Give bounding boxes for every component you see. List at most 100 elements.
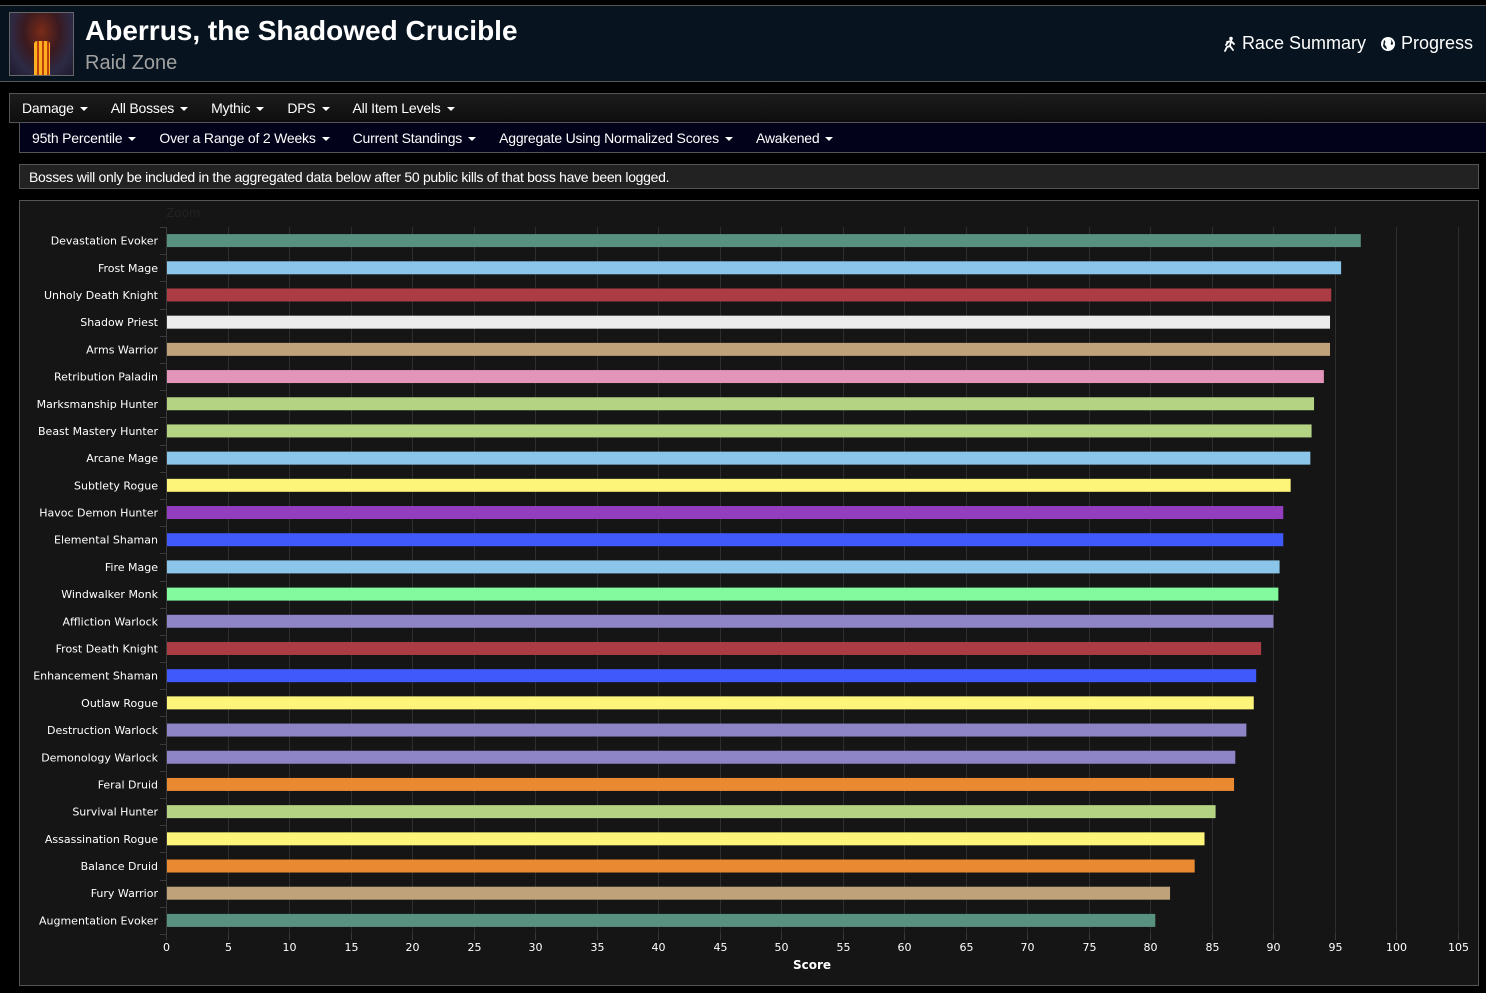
globe-icon <box>1380 36 1395 51</box>
x-tick-label: 20 <box>406 941 420 954</box>
category-label: Shadow Priest <box>80 316 158 329</box>
header-links: Race Summary Progress <box>1221 33 1473 54</box>
running-person-icon <box>1224 36 1235 52</box>
caret-down-icon <box>724 136 733 141</box>
category-label: Affliction Warlock <box>63 615 159 628</box>
x-tick-label: 85 <box>1206 941 1220 954</box>
filter-bar-secondary: 95th Percentile Over a Range of 2 Weeks … <box>19 123 1486 153</box>
x-tick-label: 90 <box>1267 941 1281 954</box>
raid-zone-image <box>9 12 74 76</box>
category-label: Feral Druid <box>98 778 158 791</box>
bar-frost-death-knight[interactable] <box>167 641 1262 655</box>
boss-dropdown[interactable]: All Bosses <box>111 100 189 116</box>
percentile-dropdown[interactable]: 95th Percentile <box>32 130 137 146</box>
x-tick-label: 70 <box>1021 941 1035 954</box>
category-label: Devastation Evoker <box>51 235 159 248</box>
metric-dropdown[interactable]: Damage <box>22 100 88 116</box>
category-label: Destruction Warlock <box>47 724 159 737</box>
time-range-dropdown[interactable]: Over a Range of 2 Weeks <box>159 130 330 146</box>
x-tick-label: 30 <box>529 941 543 954</box>
bar-augmentation-evoker[interactable] <box>167 913 1156 927</box>
x-tick-label: 50 <box>775 941 789 954</box>
bar-subtlety-rogue[interactable] <box>167 478 1291 492</box>
category-label: Demonology Warlock <box>41 751 158 764</box>
category-label: Survival Hunter <box>72 806 158 819</box>
bar-feral-druid[interactable] <box>167 777 1235 791</box>
category-label: Beast Mastery Hunter <box>38 425 158 438</box>
category-label: Elemental Shaman <box>54 534 158 547</box>
x-tick-label: 55 <box>837 941 851 954</box>
bar-arms-warrior[interactable] <box>167 342 1331 356</box>
notice-banner: Bosses will only be included in the aggr… <box>19 164 1479 189</box>
y-axis: Devastation Evoker Frost Mage Unholy Death… <box>33 227 167 935</box>
bar-havoc-demon-hunter[interactable] <box>167 506 1284 520</box>
caret-down-icon <box>468 136 477 141</box>
x-tick-label: 15 <box>345 941 359 954</box>
bar-outlaw-rogue[interactable] <box>167 696 1254 710</box>
affix-dropdown[interactable]: Awakened <box>756 130 834 146</box>
x-tick-label: 65 <box>960 941 974 954</box>
role-dropdown[interactable]: DPS <box>287 100 330 116</box>
caret-down-icon <box>446 107 455 111</box>
gridlines <box>228 227 1459 934</box>
category-label: Assassination Rogue <box>45 833 158 846</box>
category-label: Arms Warrior <box>86 343 158 356</box>
category-label: Outlaw Rogue <box>81 697 158 710</box>
page-title: Aberrus, the Shadowed Crucible <box>85 15 518 46</box>
x-tick-label: 5 <box>225 941 232 954</box>
item-level-dropdown[interactable]: All Item Levels <box>353 100 455 116</box>
bar-devastation-evoker[interactable] <box>167 234 1361 248</box>
category-label: Frost Death Knight <box>56 642 159 655</box>
bar-destruction-warlock[interactable] <box>167 723 1247 737</box>
category-label: Unholy Death Knight <box>44 289 159 302</box>
category-label: Fire Mage <box>105 561 158 574</box>
bar-affliction-warlock[interactable] <box>167 614 1274 628</box>
difficulty-dropdown[interactable]: Mythic <box>211 100 265 116</box>
x-axis-title: Score <box>793 958 831 972</box>
standings-dropdown[interactable]: Current Standings <box>353 130 477 146</box>
x-tick-label: 95 <box>1329 941 1343 954</box>
category-label: Fury Warrior <box>91 887 159 900</box>
category-label: Balance Druid <box>81 860 158 873</box>
bar-balance-druid[interactable] <box>167 859 1195 873</box>
bar-shadow-priest[interactable] <box>167 315 1331 329</box>
bar-beast-mastery-hunter[interactable] <box>167 424 1312 438</box>
caret-down-icon <box>825 136 834 141</box>
x-tick-label: 0 <box>163 941 170 954</box>
x-tick-label: 40 <box>652 941 666 954</box>
x-tick-label: 60 <box>898 941 912 954</box>
score-bar-chart[interactable]: Zoom Devastation Evoker Frost Mage Unholy … <box>20 201 1478 985</box>
x-tick-label: 35 <box>591 941 605 954</box>
bar-frost-mage[interactable] <box>167 261 1342 275</box>
category-label: Augmentation Evoker <box>39 914 158 927</box>
x-tick-label: 10 <box>283 941 297 954</box>
filter-bar-primary: Damage All Bosses Mythic DPS All Item Le… <box>9 93 1486 123</box>
bar-fire-mage[interactable] <box>167 560 1280 574</box>
x-tick-label: 100 <box>1386 941 1407 954</box>
zoom-label[interactable]: Zoom <box>166 206 201 220</box>
zone-header: Aberrus, the Shadowed Crucible Raid Zone… <box>0 5 1486 82</box>
category-label: Marksmanship Hunter <box>37 398 159 411</box>
category-label: Frost Mage <box>98 262 158 275</box>
caret-down-icon <box>321 136 330 141</box>
progress-link[interactable]: Progress <box>1380 33 1473 54</box>
bar-windwalker-monk[interactable] <box>167 587 1279 601</box>
category-label: Subtlety Rogue <box>74 479 158 492</box>
bar-retribution-paladin[interactable] <box>167 370 1324 384</box>
bar-assassination-rogue[interactable] <box>167 832 1205 846</box>
race-summary-link[interactable]: Race Summary <box>1221 33 1366 54</box>
bar-demonology-warlock[interactable] <box>167 750 1236 764</box>
page-subtitle: Raid Zone <box>85 52 178 74</box>
bar-marksmanship-hunter[interactable] <box>167 397 1315 411</box>
bars <box>167 234 1361 927</box>
aggregation-dropdown[interactable]: Aggregate Using Normalized Scores <box>499 130 733 146</box>
bar-arcane-mage[interactable] <box>167 451 1311 465</box>
category-label: Retribution Paladin <box>54 371 158 384</box>
caret-down-icon <box>256 107 265 111</box>
category-label: Havoc Demon Hunter <box>39 507 158 520</box>
bar-survival-hunter[interactable] <box>167 805 1216 819</box>
bar-fury-warrior[interactable] <box>167 886 1171 900</box>
bar-unholy-death-knight[interactable] <box>167 288 1332 302</box>
bar-enhancement-shaman[interactable] <box>167 669 1257 683</box>
bar-elemental-shaman[interactable] <box>167 533 1284 547</box>
